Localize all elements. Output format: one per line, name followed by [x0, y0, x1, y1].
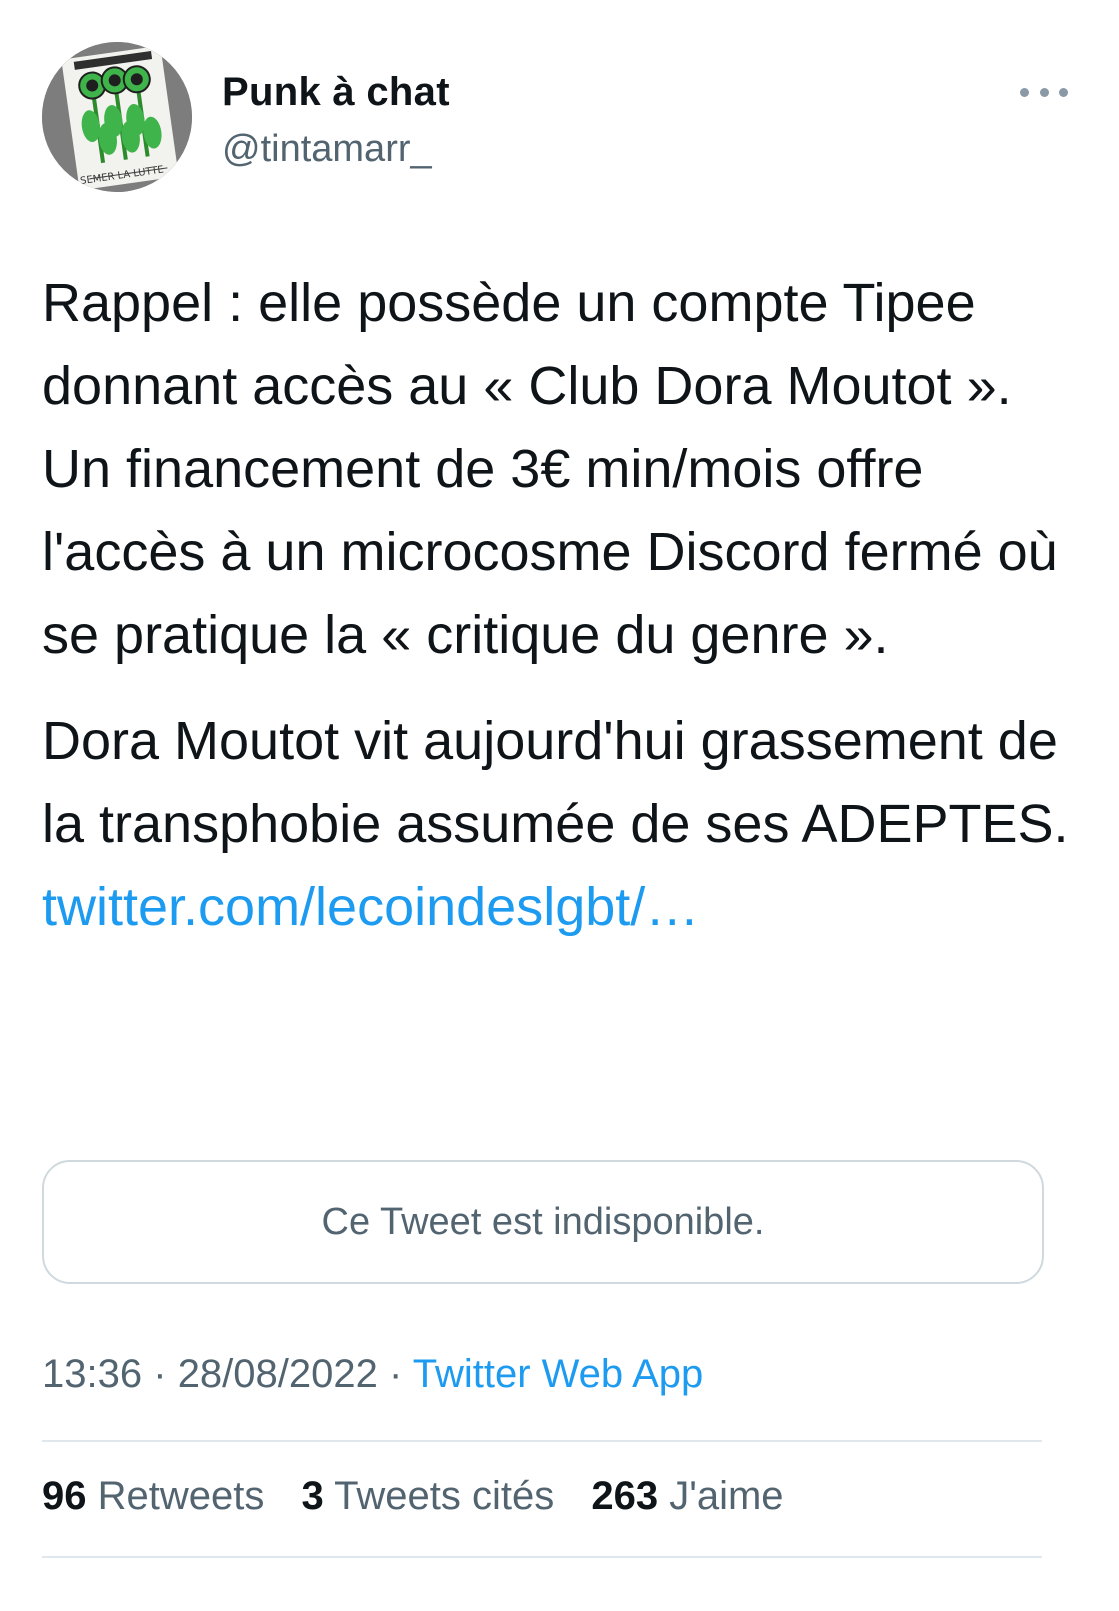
author-handle[interactable]: @tintamarr_ [222, 128, 432, 171]
quoted-tweet-card[interactable]: Ce Tweet est indisponible. [42, 1160, 1044, 1284]
quotes-count: 3 [301, 1474, 324, 1518]
retweets-count: 96 [42, 1474, 87, 1518]
tweet-meta: 13:36 · 28/08/2022 · Twitter Web App [42, 1352, 703, 1397]
tweet-time[interactable]: 13:36 [42, 1352, 142, 1396]
author-name[interactable]: Punk à chat [222, 70, 450, 115]
meta-separator: · [153, 1352, 167, 1396]
more-options-icon[interactable] [1020, 78, 1068, 106]
avatar[interactable]: SEMER LA LUTTE [42, 42, 192, 192]
tweet-stats: 96 Retweets 3 Tweets cités 263 J'aime [42, 1474, 784, 1519]
meta-separator: · [389, 1352, 403, 1396]
tweet-paragraph: Rappel : elle possède un compte Tipee do… [42, 273, 1058, 665]
tweet-date[interactable]: 28/08/2022 [178, 1352, 378, 1396]
likes-label: J'aime [669, 1474, 784, 1518]
quotes-stat[interactable]: 3 Tweets cités [302, 1474, 555, 1518]
tweet-link[interactable]: twitter.com/lecoindeslgbt/… [42, 877, 699, 937]
tweet-source[interactable]: Twitter Web App [413, 1352, 704, 1396]
quoted-tweet-unavailable-text: Ce Tweet est indisponible. [321, 1200, 765, 1243]
divider [42, 1440, 1042, 1442]
tweet-text: Rappel : elle possède un compte Tipee do… [42, 262, 1092, 949]
quotes-label: Tweets cités [334, 1474, 555, 1518]
tweet-paragraph-text: Dora Moutot vit aujourd'hui grassement d… [42, 711, 1069, 854]
divider [42, 1556, 1042, 1558]
retweets-stat[interactable]: 96 Retweets [42, 1474, 264, 1518]
tweet-paragraph: Dora Moutot vit aujourd'hui grassement d… [42, 700, 1092, 949]
likes-count: 263 [591, 1474, 659, 1518]
retweets-label: Retweets [97, 1474, 265, 1518]
sunflowers-artwork-avatar: SEMER LA LUTTE [42, 42, 192, 192]
likes-stat[interactable]: 263 J'aime [591, 1474, 783, 1518]
